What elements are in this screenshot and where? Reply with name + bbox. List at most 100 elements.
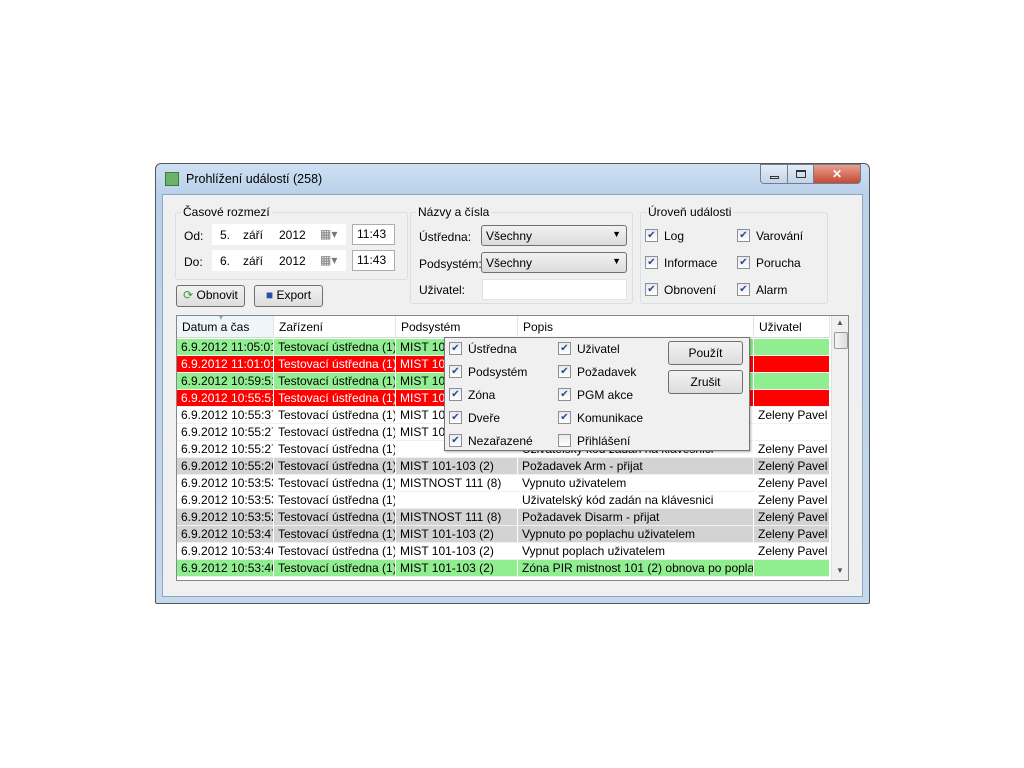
- table-cell: Zeleny Pavel: [754, 475, 830, 492]
- table-cell: 6.9.2012 10:55:27: [177, 441, 274, 458]
- close-button[interactable]: ✕: [813, 164, 861, 184]
- table-cell: Testovací ústředna (1): [274, 441, 396, 458]
- scroll-up-icon[interactable]: ▲: [836, 318, 844, 327]
- save-icon: ■: [265, 288, 274, 302]
- checkbox[interactable]: ✔: [737, 229, 750, 242]
- table-row[interactable]: 6.9.2012 10:53:46 Testovací ústředna (1) M…: [177, 543, 830, 560]
- table-cell: Testovací ústředna (1): [274, 356, 396, 373]
- checkbox-label: Varování: [756, 229, 804, 243]
- table-cell: Požadavek Arm - přijat: [518, 458, 754, 475]
- from-time-input[interactable]: 11:43: [352, 224, 395, 245]
- checkbox[interactable]: ✔: [449, 342, 462, 355]
- checkbox[interactable]: ✔: [558, 365, 571, 378]
- group-label: Úroveň události: [646, 205, 734, 219]
- calendar-icon[interactable]: ▦▾: [320, 253, 337, 267]
- checkbox-label: Komunikace: [577, 411, 644, 425]
- table-row[interactable]: 6.9.2012 10:53:53 Testovací ústředna (1) U…: [177, 492, 830, 509]
- from-date-picker[interactable]: 5. září 2012 ▦▾: [212, 224, 346, 245]
- column-header[interactable]: Popis: [518, 316, 754, 338]
- table-cell: Testovací ústředna (1): [274, 475, 396, 492]
- refresh-icon: ⟳: [183, 288, 194, 302]
- table-cell: Zelený Pavel: [754, 509, 830, 526]
- table-cell: Testovací ústředna (1): [274, 458, 396, 475]
- table-cell: Zelený Pavel: [754, 458, 830, 475]
- checkbox[interactable]: ✔: [645, 229, 658, 242]
- scroll-down-icon[interactable]: ▼: [836, 566, 844, 575]
- checkbox-label: Nezařazené: [468, 434, 533, 448]
- checkbox[interactable]: ✔: [449, 434, 462, 447]
- export-label: Export: [276, 288, 312, 302]
- column-header[interactable]: Datum a čas: [177, 316, 274, 338]
- table-row[interactable]: 6.9.2012 10:55:26 Testovací ústředna (1) M…: [177, 458, 830, 475]
- from-month: září: [243, 228, 264, 242]
- checkbox[interactable]: ✔: [449, 365, 462, 378]
- table-row[interactable]: 6.9.2012 10:53:46 Testovací ústředna (1) M…: [177, 560, 830, 577]
- checkbox[interactable]: ✔: [449, 411, 462, 424]
- calendar-icon[interactable]: ▦▾: [320, 227, 337, 241]
- checkbox[interactable]: ✔: [449, 388, 462, 401]
- checkbox-label: Podsystém: [468, 365, 528, 379]
- table-row[interactable]: 6.9.2012 10:53:52 Testovací ústředna (1) M…: [177, 509, 830, 526]
- checkbox[interactable]: ✔: [558, 388, 571, 401]
- app-icon: [165, 172, 179, 186]
- table-cell: Zóna PIR mistnost 101 (2) obnova po popl…: [518, 560, 754, 577]
- checkbox[interactable]: ✔: [558, 342, 571, 355]
- to-year: 2012: [279, 254, 306, 268]
- minimize-button[interactable]: [760, 164, 788, 184]
- table-cell: Testovací ústředna (1): [274, 424, 396, 441]
- to-time-input[interactable]: 11:43: [352, 250, 395, 271]
- from-day: 5.: [220, 228, 231, 242]
- column-header[interactable]: Uživatel: [754, 316, 830, 338]
- table-cell: 6.9.2012 10:55:37: [177, 407, 274, 424]
- table-cell: 6.9.2012 11:01:01: [177, 356, 274, 373]
- checkbox-label: Ústředna: [468, 342, 517, 356]
- panel-select[interactable]: Všechny ▼: [481, 225, 627, 246]
- column-header[interactable]: Podsystém: [396, 316, 518, 338]
- table-cell: MIST 101-103 (2): [396, 560, 518, 577]
- table-cell: MIST 101-103 (2): [396, 543, 518, 560]
- table-cell: Uživatelský kód zadán na klávesnici: [518, 492, 754, 509]
- table-cell: 6.9.2012 10:55:26: [177, 458, 274, 475]
- checkbox[interactable]: ✔: [737, 283, 750, 296]
- table-cell: 6.9.2012 10:55:51: [177, 390, 274, 407]
- refresh-button[interactable]: ⟳ Obnovit: [176, 285, 245, 307]
- export-button[interactable]: ■ Export: [254, 285, 323, 307]
- sort-indicator-icon: ▾: [219, 315, 224, 322]
- from-time: 11:43: [357, 227, 387, 241]
- column-header[interactable]: Zařízení: [274, 316, 396, 338]
- chevron-down-icon: ▼: [612, 229, 621, 239]
- checkbox[interactable]: ✔: [737, 256, 750, 269]
- table-row[interactable]: 6.9.2012 10:53:47 Testovací ústředna (1) M…: [177, 526, 830, 543]
- to-date-picker[interactable]: 6. září 2012 ▦▾: [212, 250, 346, 271]
- checkbox[interactable]: [558, 434, 571, 447]
- scrollbar-thumb[interactable]: [834, 332, 848, 349]
- table-cell: Požadavek Disarm - přijat: [518, 509, 754, 526]
- checkbox-label: Porucha: [756, 256, 801, 270]
- subsystem-select[interactable]: Všechny ▼: [481, 252, 627, 273]
- checkbox[interactable]: ✔: [558, 411, 571, 424]
- apply-button[interactable]: Použít: [668, 341, 743, 365]
- table-cell: Testovací ústředna (1): [274, 509, 396, 526]
- table-cell: 6.9.2012 10:53:52: [177, 509, 274, 526]
- table-cell: Zeleny Pavel: [754, 441, 830, 458]
- user-input[interactable]: [482, 279, 627, 300]
- table-cell: 6.9.2012 10:53:53: [177, 492, 274, 509]
- table-cell: 6.9.2012 10:53:46: [177, 543, 274, 560]
- checkbox[interactable]: ✔: [645, 256, 658, 269]
- vertical-scrollbar[interactable]: ▲ ▼: [831, 316, 848, 580]
- checkbox[interactable]: ✔: [645, 283, 658, 296]
- filter-popup: ✔ Ústředna ✔ Uživatel ✔ Podsystém ✔ Požadavek ✔ Z…: [444, 337, 750, 451]
- table-cell: Testovací ústředna (1): [274, 373, 396, 390]
- close-icon: ✕: [831, 167, 843, 181]
- table-cell: Testovací ústředna (1): [274, 543, 396, 560]
- checkbox-label: Informace: [664, 256, 718, 270]
- table-cell: Testovací ústředna (1): [274, 339, 396, 356]
- group-label: Názvy a čísla: [416, 205, 492, 219]
- window-title: Prohlížení událostí (258): [186, 172, 323, 186]
- cancel-button[interactable]: Zrušit: [668, 370, 743, 394]
- table-cell: [754, 424, 830, 441]
- maximize-button[interactable]: [787, 164, 814, 184]
- table-row[interactable]: 6.9.2012 10:53:53 Testovací ústředna (1) M…: [177, 475, 830, 492]
- from-label: Od:: [184, 229, 204, 243]
- table-cell: Testovací ústředna (1): [274, 560, 396, 577]
